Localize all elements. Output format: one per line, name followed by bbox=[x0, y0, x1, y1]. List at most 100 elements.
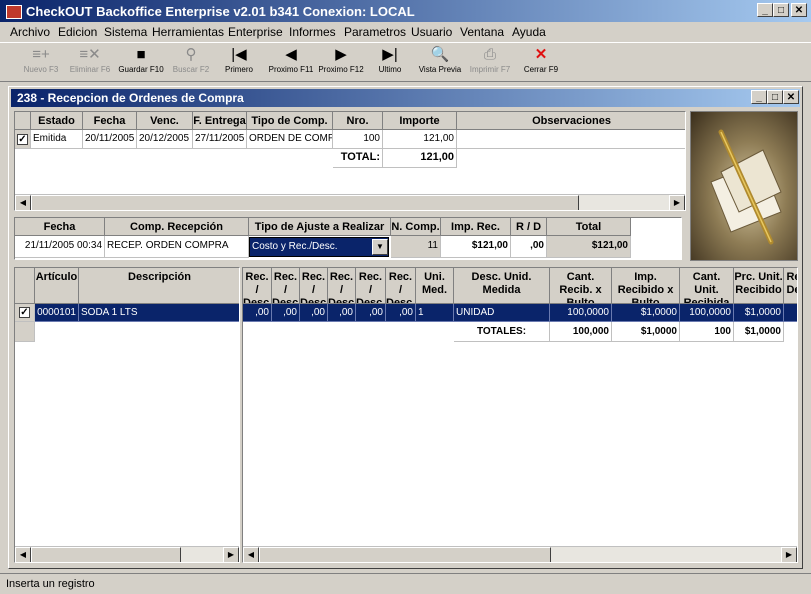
window-maximize-button[interactable]: □ bbox=[767, 90, 783, 104]
first-record-button[interactable]: |◀ Primero bbox=[218, 45, 260, 79]
items-header-unimed[interactable]: Uni. Med. bbox=[416, 268, 454, 304]
orders-header-nro[interactable]: Nro. bbox=[333, 112, 383, 130]
reception-cell-fecha[interactable]: 21/11/2005 00:34 bbox=[15, 236, 105, 258]
print-preview-button[interactable]: 🔍 Vista Previa bbox=[416, 45, 464, 79]
chevron-down-icon[interactable]: ▼ bbox=[372, 239, 388, 255]
items-cell-recdesc-5[interactable]: ,00 bbox=[356, 304, 386, 322]
search-button[interactable]: ⚲ Buscar F2 bbox=[168, 45, 214, 79]
items-header-cantunit[interactable]: Cant. Unit. Recibida bbox=[680, 268, 734, 304]
items-header-impbulto[interactable]: Imp. Recibido x Bulto bbox=[612, 268, 680, 304]
orders-cell-nro[interactable]: 100 bbox=[333, 130, 383, 149]
orders-cell-fecha[interactable]: 20/11/2005 bbox=[83, 130, 137, 149]
items-header-articulo[interactable]: Artículo bbox=[35, 268, 79, 304]
menu-sistema[interactable]: Sistema bbox=[104, 25, 147, 39]
menu-edicion[interactable]: Edicion bbox=[58, 25, 97, 39]
items-cell-prcunit[interactable]: $1,0000 bbox=[734, 304, 784, 322]
orders-row-checkbox[interactable]: ✓ bbox=[17, 134, 28, 145]
items-cell-articulo[interactable]: 0000101 bbox=[35, 304, 79, 322]
menu-ventana[interactable]: Ventana bbox=[460, 25, 504, 39]
items-header-recdesc-6[interactable]: Rec. / Desc. bbox=[386, 268, 416, 304]
orders-cell-estado[interactable]: Emitida bbox=[31, 130, 83, 149]
scroll-right-icon[interactable]: ▶ bbox=[223, 547, 239, 562]
items-header-recdesc-2[interactable]: Rec. / Desc. bbox=[272, 268, 300, 304]
reception-header-fecha[interactable]: Fecha bbox=[15, 218, 105, 236]
items-cell-cantbulto[interactable]: 100,0000 bbox=[550, 304, 612, 322]
reception-header-ncomp[interactable]: N. Comp. bbox=[391, 218, 441, 236]
items-row-checkbox[interactable]: ✓ bbox=[19, 307, 30, 318]
orders-cell-tipo[interactable]: ORDEN DE COMPRA bbox=[247, 130, 333, 149]
reception-cell-imp[interactable]: $121,00 bbox=[441, 236, 511, 258]
next-record-button[interactable]: ▶ Proximo F12 bbox=[316, 45, 366, 79]
scroll-right-icon[interactable]: ▶ bbox=[781, 547, 797, 562]
items-header-descripcion[interactable]: Descripción bbox=[79, 268, 239, 304]
items-header-recdesc-1[interactable]: Rec. / Desc. bbox=[243, 268, 272, 304]
orders-header-fecha[interactable]: Fecha bbox=[83, 112, 137, 130]
orders-header-observaciones[interactable]: Observaciones bbox=[457, 112, 685, 130]
items-header-recdesc-extra[interactable]: Re De bbox=[784, 268, 797, 304]
window-close-button[interactable]: ✕ bbox=[783, 90, 799, 104]
delete-button[interactable]: ≡✕ Eliminar F6 bbox=[66, 45, 114, 79]
items-left-scroll-thumb[interactable] bbox=[31, 547, 181, 562]
items-cell-recdesc-3[interactable]: ,00 bbox=[300, 304, 328, 322]
items-cell-unimed[interactable]: 1 bbox=[416, 304, 454, 322]
orders-cell-venc[interactable]: 20/12/2005 bbox=[137, 130, 193, 149]
reception-header-rd[interactable]: R / D bbox=[511, 218, 547, 236]
orders-cell-observaciones[interactable] bbox=[457, 130, 685, 149]
close-form-button[interactable]: ✕ Cerrar F9 bbox=[520, 45, 562, 79]
items-cell-recdesc-1[interactable]: ,00 bbox=[243, 304, 272, 322]
items-header-recdesc-4[interactable]: Rec. / Desc. bbox=[328, 268, 356, 304]
items-cell-impbulto[interactable]: $1,0000 bbox=[612, 304, 680, 322]
reception-header-imp[interactable]: Imp. Rec. bbox=[441, 218, 511, 236]
reception-header-tipo[interactable]: Tipo de Ajuste a Realizar bbox=[249, 218, 391, 236]
scroll-left-icon[interactable]: ◀ bbox=[243, 547, 259, 562]
items-header-prcunit[interactable]: Prc. Unit. Recibido bbox=[734, 268, 784, 304]
items-cell-cantunit[interactable]: 100,0000 bbox=[680, 304, 734, 322]
app-minimize-button[interactable]: _ bbox=[757, 3, 773, 17]
scroll-left-icon[interactable]: ◀ bbox=[15, 195, 31, 210]
items-cell-recdesc-2[interactable]: ,00 bbox=[272, 304, 300, 322]
menu-usuario[interactable]: Usuario bbox=[411, 25, 452, 39]
items-header-cantbulto[interactable]: Cant. Recib. x Bulto bbox=[550, 268, 612, 304]
items-cell-recdesc-6[interactable]: ,00 bbox=[386, 304, 416, 322]
print-button[interactable]: ⎙ Imprimir F7 bbox=[468, 45, 512, 79]
menu-informes[interactable]: Informes bbox=[289, 25, 336, 39]
orders-scroll-thumb[interactable] bbox=[31, 195, 579, 210]
items-header-recdesc-3[interactable]: Rec. / Desc. bbox=[300, 268, 328, 304]
scroll-left-icon[interactable]: ◀ bbox=[15, 547, 31, 562]
menu-archivo[interactable]: Archivo bbox=[10, 25, 50, 39]
previous-record-button[interactable]: ◀ Proximo F11 bbox=[266, 45, 316, 79]
orders-hscrollbar[interactable]: ◀ ▶ bbox=[15, 194, 685, 210]
orders-header-venc[interactable]: Venc. bbox=[137, 112, 193, 130]
items-right-hscrollbar[interactable]: ◀ ▶ bbox=[243, 546, 797, 562]
menu-parametros[interactable]: Parametros bbox=[344, 25, 406, 39]
adjustment-type-select[interactable]: Costo y Rec./Desc. ▼ bbox=[249, 237, 389, 257]
items-left-hscrollbar[interactable]: ◀ ▶ bbox=[15, 546, 239, 562]
orders-header-estado[interactable]: Estado bbox=[31, 112, 83, 130]
orders-cell-entrega[interactable]: 27/11/2005 bbox=[193, 130, 247, 149]
reception-cell-rd[interactable]: ,00 bbox=[511, 236, 547, 258]
save-button[interactable]: ■ Guardar F10 bbox=[116, 45, 166, 79]
last-record-button[interactable]: ▶| Ultimo bbox=[372, 45, 408, 79]
reception-header-comp[interactable]: Comp. Recepción bbox=[105, 218, 249, 236]
app-close-button[interactable]: ✕ bbox=[791, 3, 807, 17]
items-header-descunid[interactable]: Desc. Unid. Medida bbox=[454, 268, 550, 304]
menu-ayuda[interactable]: Ayuda bbox=[512, 25, 546, 39]
new-button[interactable]: ≡+ Nuevo F3 bbox=[20, 45, 62, 79]
window-minimize-button[interactable]: _ bbox=[751, 90, 767, 104]
items-right-scroll-thumb[interactable] bbox=[259, 547, 551, 562]
orders-header-entrega[interactable]: F. Entrega bbox=[193, 112, 247, 130]
scroll-right-icon[interactable]: ▶ bbox=[669, 195, 685, 210]
menu-herramientas[interactable]: Herramientas bbox=[152, 25, 224, 39]
menu-enterprise[interactable]: Enterprise bbox=[228, 25, 283, 39]
items-cell-descunid[interactable]: UNIDAD bbox=[454, 304, 550, 322]
items-header-recdesc-5[interactable]: Rec. / Desc. bbox=[356, 268, 386, 304]
orders-header-importe[interactable]: Importe bbox=[383, 112, 457, 130]
items-cell-recdesc-4[interactable]: ,00 bbox=[328, 304, 356, 322]
orders-cell-importe[interactable]: 121,00 bbox=[383, 130, 457, 149]
reception-header-total[interactable]: Total bbox=[547, 218, 631, 236]
items-cell-descripcion[interactable]: SODA 1 LTS bbox=[79, 304, 239, 322]
reception-cell-comp[interactable]: RECEP. ORDEN COMPRA bbox=[105, 236, 249, 258]
orders-header-tipo[interactable]: Tipo de Comp. bbox=[247, 112, 333, 130]
items-cell-recdesc-extra[interactable] bbox=[784, 304, 797, 322]
app-maximize-button[interactable]: □ bbox=[773, 3, 789, 17]
